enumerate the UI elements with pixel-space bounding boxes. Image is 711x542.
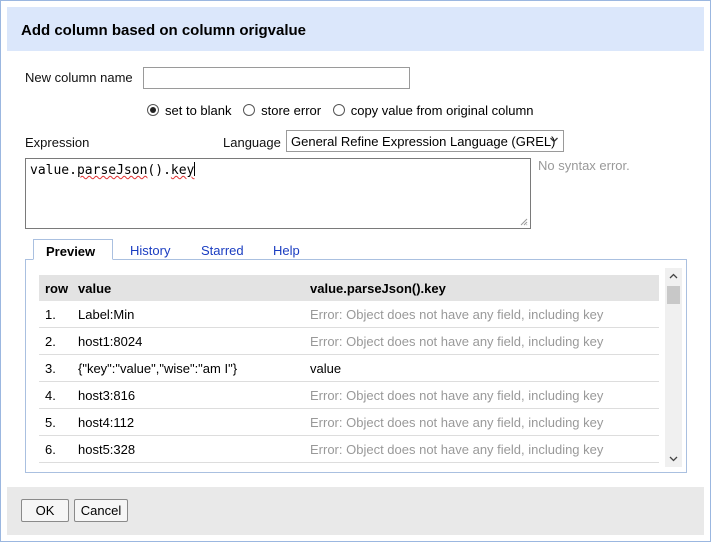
- radio-button[interactable]: [332, 104, 345, 116]
- table-row: 1. Label:Min Error: Object does not have a…: [39, 301, 659, 328]
- tab-preview[interactable]: Preview: [33, 239, 113, 260]
- add-column-dialog: Add column based on column origvalue New…: [0, 0, 711, 542]
- radio-button[interactable]: [147, 104, 159, 116]
- dialog-titlebar[interactable]: Add column based on column origvalue: [7, 7, 704, 51]
- preview-scrollbar[interactable]: [665, 268, 682, 467]
- preview-grid: row value value.parseJson().key 1. Label:…: [39, 275, 659, 463]
- tab-help[interactable]: Help: [261, 239, 312, 260]
- expression-label: Expression: [25, 135, 90, 150]
- table-header-row: row value value.parseJson().key: [39, 275, 659, 301]
- radio-store-error[interactable]: store error: [243, 103, 321, 118]
- table-row: 6. host5:328 Error: Object does not have a…: [39, 435, 659, 463]
- language-select[interactable]: General Refine Expression Language (GREL…: [286, 130, 564, 152]
- tab-history[interactable]: History: [118, 239, 182, 260]
- dialog-title: Add column based on column origvalue: [21, 22, 307, 39]
- language-select-value: General Refine Expression Language (GREL…: [291, 134, 556, 149]
- radio-set-to-blank[interactable]: set to blank: [147, 103, 232, 118]
- resize-grip-icon[interactable]: [520, 218, 528, 226]
- scroll-down-icon[interactable]: [669, 454, 678, 463]
- language-label: Language: [223, 135, 281, 150]
- scroll-up-icon[interactable]: [669, 272, 678, 281]
- cancel-button[interactable]: Cancel: [74, 499, 128, 522]
- new-column-label: New column name: [25, 70, 133, 85]
- scrollbar-thumb[interactable]: [667, 286, 680, 304]
- ok-button[interactable]: OK: [21, 499, 69, 522]
- table-row: 2. host1:8024 Error: Object does not have …: [39, 327, 659, 355]
- column-header-value: value: [72, 275, 304, 301]
- radio-button[interactable]: [243, 104, 256, 116]
- text-cursor: [194, 162, 196, 176]
- column-header-row: row: [39, 275, 72, 301]
- column-header-result: value.parseJson().key: [304, 275, 659, 301]
- new-column-name-input[interactable]: [143, 67, 410, 89]
- radio-copy-value[interactable]: copy value from original column: [332, 103, 534, 118]
- table-row: 5. host4:112 Error: Object does not have a…: [39, 408, 659, 436]
- syntax-status: No syntax error.: [538, 158, 630, 173]
- chevron-down-icon: [550, 137, 558, 143]
- table-row: 4. host3:816 Error: Object does not have a…: [39, 381, 659, 409]
- preview-table: row value value.parseJson().key 1. Label:…: [39, 275, 659, 463]
- table-row: 3. {"key":"value","wise":"am I"} value: [39, 354, 659, 382]
- expression-textarea[interactable]: value.parseJson().key: [25, 158, 531, 229]
- tab-starred[interactable]: Starred: [189, 239, 256, 260]
- on-error-options: set to blank store error copy value from…: [147, 103, 542, 118]
